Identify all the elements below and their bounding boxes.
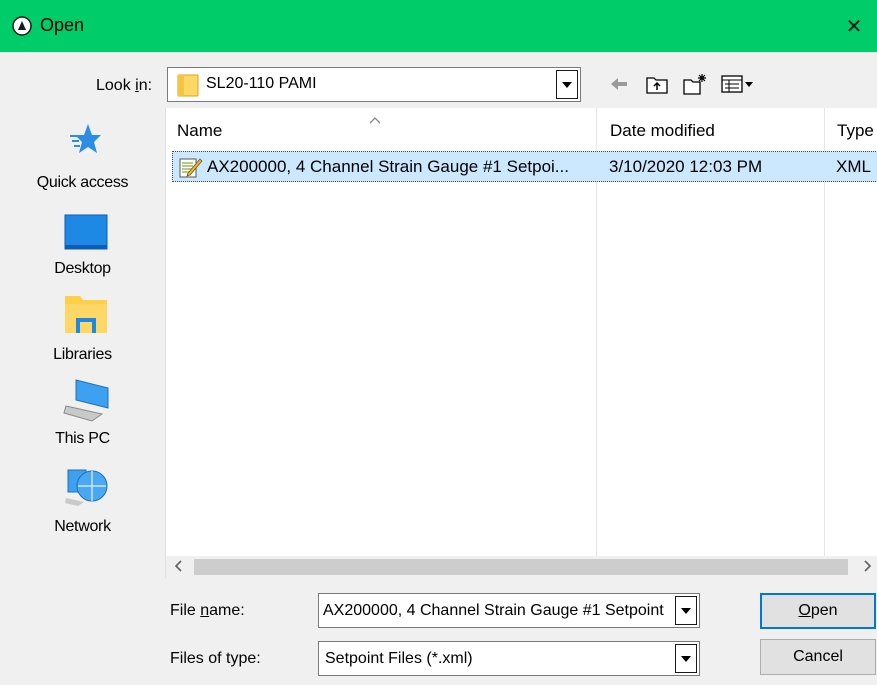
file-row[interactable]: AX200000, 4 Channel Strain Gauge #1 Setp…: [172, 151, 877, 182]
filename-combobox[interactable]: [318, 593, 700, 628]
filetype-label: Files of type:: [170, 650, 261, 667]
title-bar: Open ✕: [0, 0, 877, 52]
new-folder-button[interactable]: [681, 72, 709, 100]
place-libraries[interactable]: Libraries: [0, 294, 165, 374]
view-menu-icon: [721, 74, 755, 99]
back-button[interactable]: [605, 72, 633, 100]
file-name: AX200000, 4 Channel Strain Gauge #1 Setp…: [207, 157, 569, 176]
close-button[interactable]: ✕: [831, 0, 877, 52]
navigation-toolbar: [605, 70, 757, 102]
column-header-name[interactable]: Name: [166, 108, 596, 150]
file-date-modified: 3/10/2020 12:03 PM: [609, 157, 763, 176]
up-folder-icon: [646, 74, 668, 99]
app-icon: [12, 16, 32, 36]
horizontal-scrollbar[interactable]: [166, 556, 877, 578]
network-icon: [64, 464, 108, 513]
place-label: Desktop: [54, 260, 111, 277]
place-desktop[interactable]: Desktop: [0, 208, 165, 288]
scrollbar-thumb[interactable]: [194, 559, 848, 575]
column-header-type[interactable]: Type: [824, 108, 877, 150]
computer-icon: [62, 378, 110, 427]
window-title: Open: [40, 15, 85, 35]
lookin-label: Look in:: [96, 77, 153, 94]
up-folder-button[interactable]: [643, 72, 671, 100]
filetype-value: Setpoint Files (*.xml): [325, 650, 473, 667]
xml-file-icon: [179, 156, 203, 183]
places-bar: Quick access Desktop Libraries This PC N…: [0, 108, 165, 568]
chevron-down-icon[interactable]: [556, 70, 578, 99]
view-menu-button[interactable]: [719, 72, 757, 100]
chevron-down-icon[interactable]: [675, 644, 697, 673]
chevron-down-icon[interactable]: [675, 596, 697, 625]
scroll-right-icon[interactable]: [864, 559, 872, 577]
close-icon: ✕: [845, 15, 863, 38]
place-label: This PC: [55, 430, 110, 447]
place-label: Network: [54, 518, 111, 535]
lookin-combobox[interactable]: SL20-110 PAMI: [167, 67, 581, 102]
filename-label: File name:: [170, 602, 245, 619]
place-label: Quick access: [36, 174, 129, 191]
place-network[interactable]: Network: [0, 464, 165, 544]
file-type: XML: [836, 157, 871, 176]
cancel-button[interactable]: Cancel: [760, 639, 876, 675]
place-label: Libraries: [53, 346, 112, 363]
scroll-left-icon[interactable]: [174, 559, 182, 577]
lookin-value: SL20-110 PAMI: [206, 75, 317, 92]
place-quick-access[interactable]: Quick access: [0, 108, 165, 194]
folder-icon: [177, 73, 199, 102]
desktop-icon: [64, 214, 108, 255]
column-header-date[interactable]: Date modified: [596, 108, 824, 150]
filename-input[interactable]: [323, 598, 673, 623]
back-arrow-icon: [610, 77, 628, 96]
filetype-combobox[interactable]: Setpoint Files (*.xml): [318, 641, 700, 676]
open-button[interactable]: Open: [760, 593, 876, 629]
libraries-icon: [64, 294, 108, 339]
file-list[interactable]: Name Date modified Type AX200000, 4 Chan…: [165, 108, 877, 578]
star-icon: [68, 122, 102, 161]
place-this-pc[interactable]: This PC: [0, 378, 165, 458]
new-folder-icon: [683, 73, 707, 100]
